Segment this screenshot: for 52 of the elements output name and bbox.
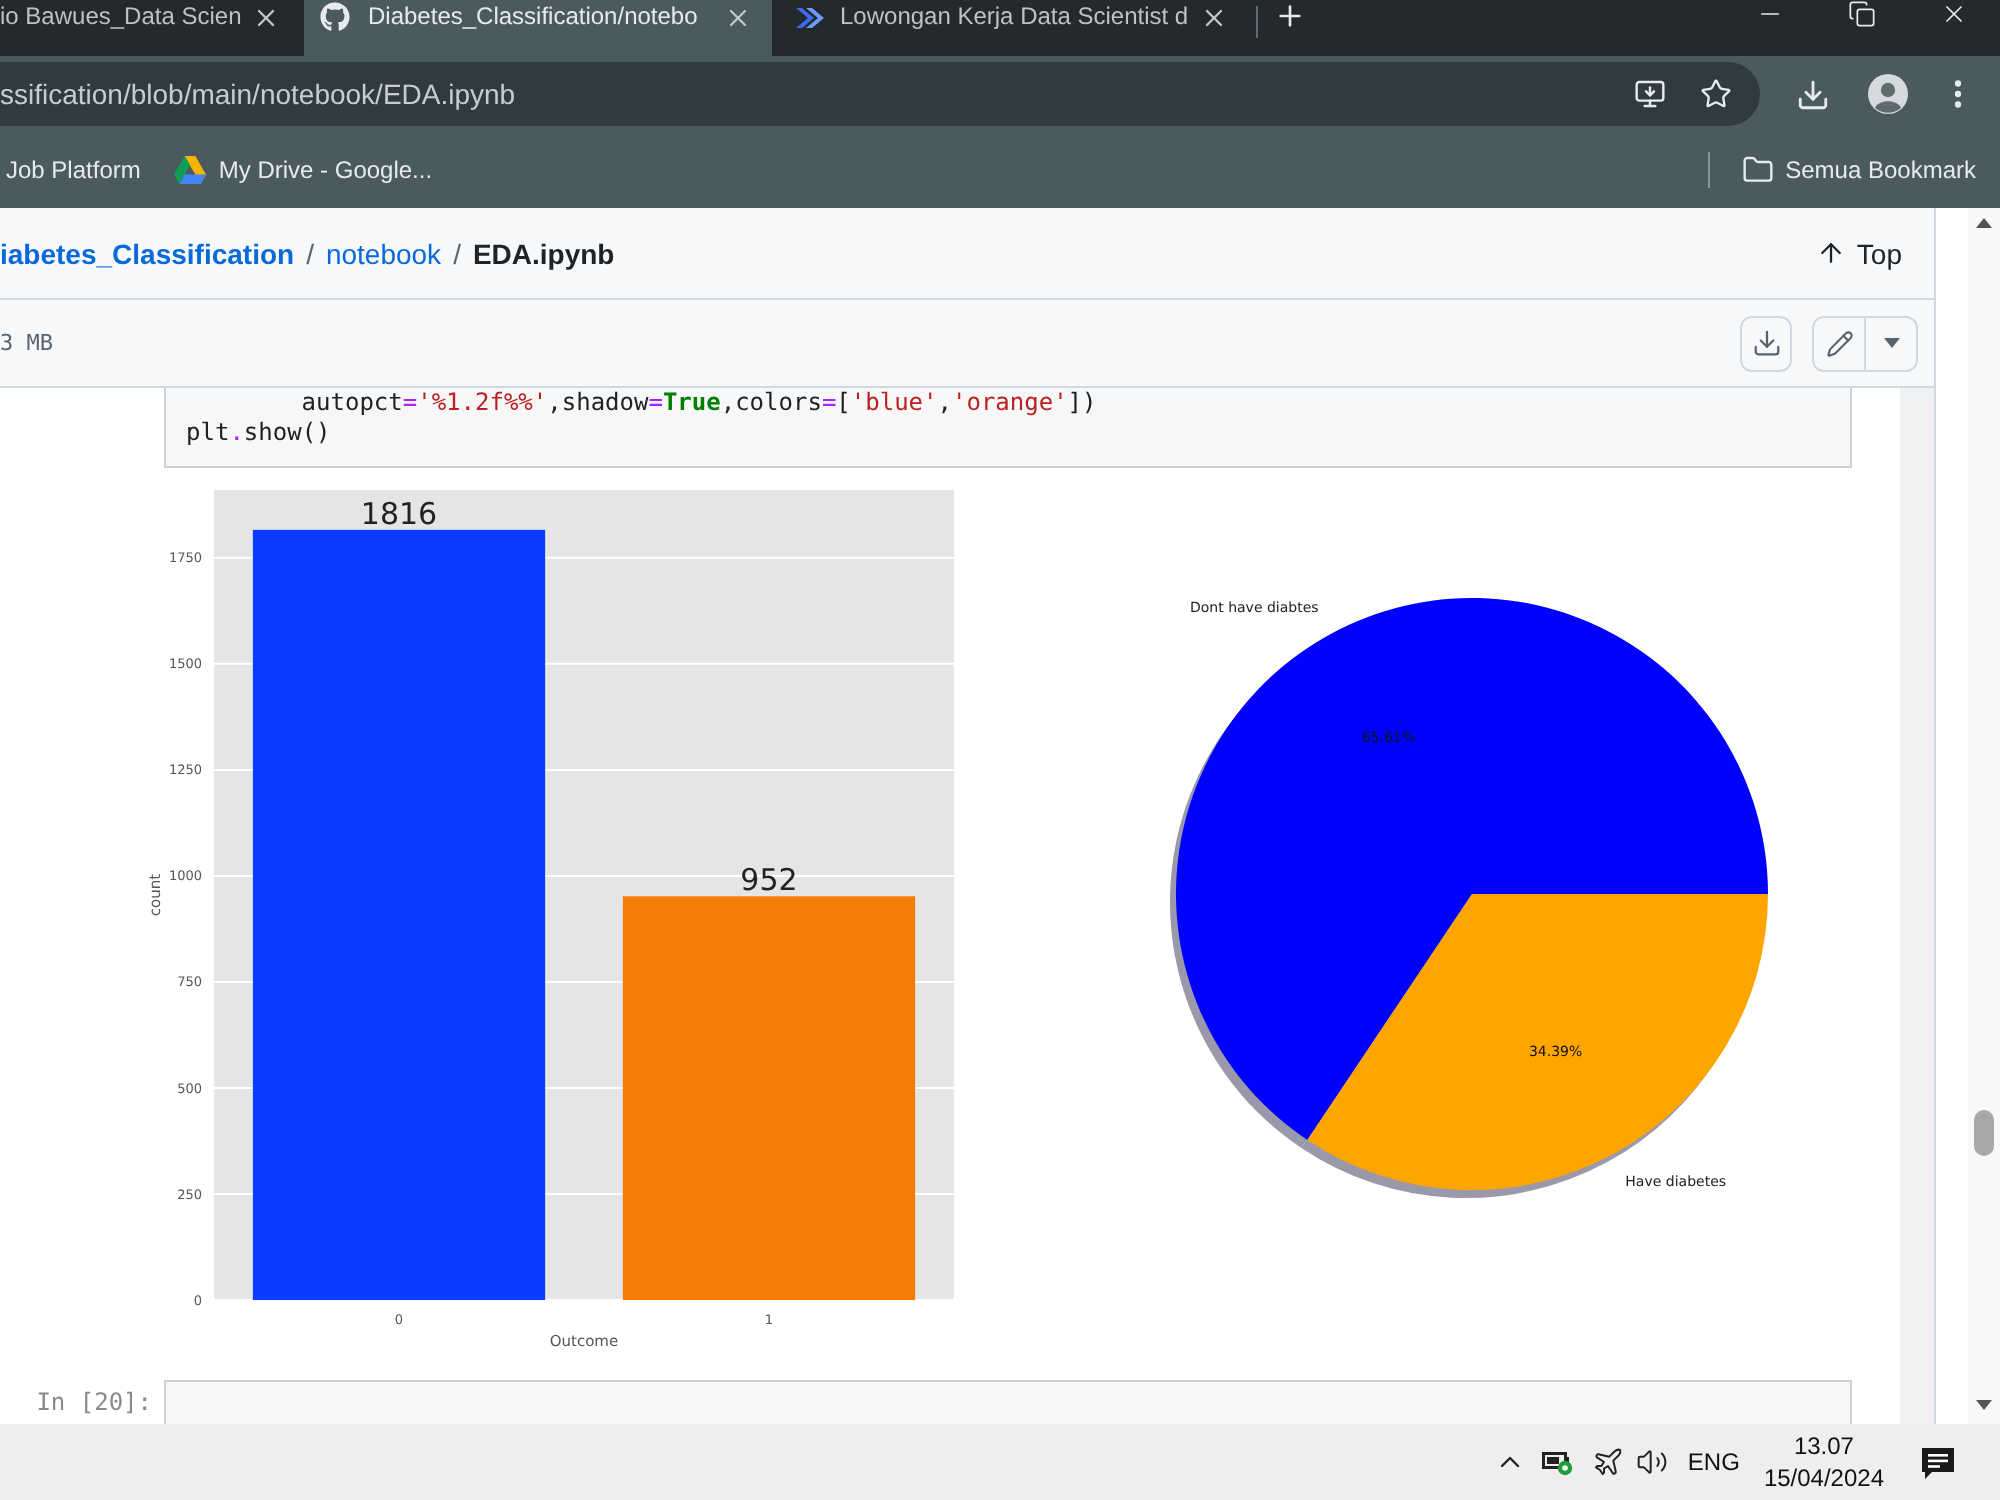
language-indicator[interactable]: ENG <box>1687 1448 1740 1476</box>
bar-value-label: 1816 <box>360 495 438 532</box>
bookmark-item[interactable]: Semua Bookmark <box>1741 154 1976 186</box>
bookmark-item[interactable]: Job Platform <box>6 156 141 184</box>
taskbar-date: 15/04/2024 <box>1763 1462 1884 1494</box>
folder-icon <box>1741 154 1774 186</box>
bar-value-label: 952 <box>740 862 798 899</box>
chevron-logo-icon <box>792 2 824 34</box>
edit-button[interactable] <box>1812 315 1866 371</box>
scroll-up-arrow-icon[interactable] <box>1976 218 1992 228</box>
top-link[interactable]: Top <box>1816 237 1902 269</box>
file-size: 3 MB <box>0 330 53 356</box>
restore-icon[interactable] <box>1848 0 1876 28</box>
bookmark-item[interactable]: My Drive - Google... <box>174 156 433 184</box>
pencil-icon <box>1825 329 1853 357</box>
battery-icon[interactable] <box>1541 1448 1574 1476</box>
caret-icon <box>1883 338 1899 348</box>
breadcrumb-link[interactable]: notebook <box>325 237 442 269</box>
breadcrumb-separator: / <box>453 237 461 269</box>
scrollbar-thumb[interactable] <box>1974 1110 1994 1156</box>
cell-prompt: In [20]: <box>34 1386 154 1420</box>
breadcrumb-separator: / <box>306 237 314 269</box>
browser-tab[interactable]: Lowongan Kerja Data Scientist d <box>776 0 1248 56</box>
address-bar[interactable]: ssification/blob/main/notebook/EDA.ipynb <box>0 62 1760 126</box>
browser-tab[interactable]: Diabetes_Classification/notebo <box>304 0 772 56</box>
taskbar-time: 13.07 <box>1793 1430 1854 1462</box>
cat-logo-icon <box>320 2 350 32</box>
more-button[interactable] <box>1866 315 1918 371</box>
current-file-name: EDA.ipynb <box>472 237 615 269</box>
download-icon <box>1751 328 1781 358</box>
code-line: plt.show() <box>186 418 333 448</box>
airplane-icon[interactable] <box>1591 1446 1624 1478</box>
scroll-down-arrow-icon[interactable] <box>1976 1400 1992 1410</box>
code-cell[interactable] <box>164 1380 1852 1424</box>
plus-icon[interactable] <box>1274 0 1306 32</box>
breadcrumb-link[interactable]: iabetes_Classification <box>0 237 295 269</box>
close-icon[interactable] <box>252 4 280 32</box>
code-cell[interactable]: autopct='%1.2f%%',shadow=True,colors=['blue','orange']) plt.show() <box>164 388 1852 468</box>
avatar-icon[interactable] <box>1868 74 1908 114</box>
page-scrollbar[interactable] <box>1968 208 2000 1424</box>
install-icon[interactable] <box>1634 78 1666 110</box>
download-icon[interactable] <box>1796 77 1830 111</box>
download-button[interactable] <box>1740 315 1792 371</box>
star-icon[interactable] <box>1700 78 1732 110</box>
triangle-logo-icon <box>174 156 207 184</box>
notebook-scrollbar[interactable] <box>1900 388 1934 1424</box>
code-line: autopct='%1.2f%%',shadow=True,colors=['blue','orange']) <box>299 388 1099 418</box>
browser-tab[interactable]: io Bawues_Data Scien <box>0 0 300 56</box>
speaker-icon[interactable] <box>1635 1446 1668 1478</box>
close-icon[interactable] <box>1200 4 1228 32</box>
notification-icon[interactable] <box>1920 1445 1956 1479</box>
close-icon[interactable] <box>1940 0 1968 28</box>
